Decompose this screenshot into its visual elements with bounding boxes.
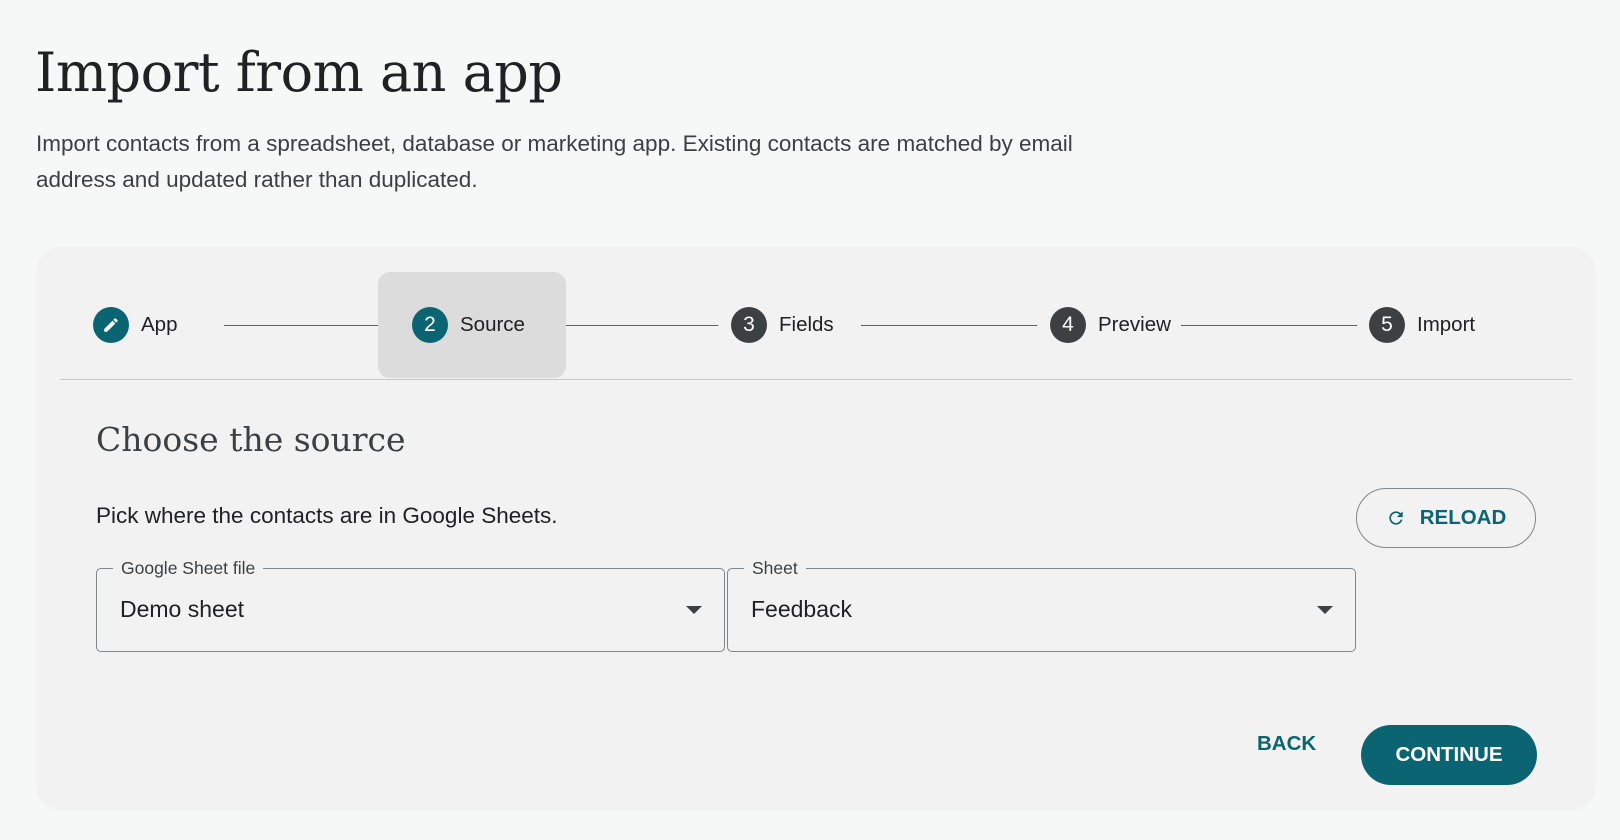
- step-connector: [861, 325, 1037, 326]
- step-app[interactable]: App: [93, 272, 177, 378]
- step-preview[interactable]: 4 Preview: [1050, 272, 1171, 378]
- step-connector: [542, 325, 718, 326]
- step-fields-number: 3: [731, 307, 767, 343]
- source-instruction: Pick where the contacts are in Google Sh…: [96, 503, 558, 528]
- page-title: Import from an app: [35, 41, 563, 104]
- pencil-icon: [104, 318, 118, 332]
- step-preview-label: Preview: [1098, 313, 1171, 336]
- import-wizard-card: App 2 Source 3 Fields 4 Preview 5 Import…: [36, 247, 1596, 810]
- chevron-down-icon: [686, 606, 702, 614]
- section-heading: Choose the source: [96, 420, 406, 459]
- continue-button[interactable]: CONTINUE: [1361, 725, 1537, 785]
- sheet-value: Feedback: [751, 596, 853, 622]
- google-sheet-file-value: Demo sheet: [120, 596, 245, 622]
- step-import-label: Import: [1417, 313, 1476, 336]
- step-import[interactable]: 5 Import: [1369, 272, 1475, 378]
- step-app-circle: [93, 307, 129, 343]
- step-source-number: 2: [412, 307, 448, 343]
- google-sheet-file-label: Google Sheet file: [113, 556, 264, 580]
- reload-button[interactable]: RELOAD: [1356, 488, 1536, 548]
- page-description: Import contacts from a spreadsheet, data…: [36, 131, 1073, 192]
- wizard-stepper: App 2 Source 3 Fields 4 Preview 5 Import: [36, 247, 1596, 379]
- step-preview-number: 4: [1050, 307, 1086, 343]
- step-source-label: Source: [460, 313, 525, 336]
- back-button[interactable]: BACK: [1257, 724, 1316, 764]
- step-app-label: App: [141, 313, 178, 336]
- refresh-icon: [1389, 511, 1403, 525]
- sheet-label: Sheet: [744, 556, 806, 580]
- step-fields[interactable]: 3 Fields: [731, 272, 834, 378]
- step-import-number: 5: [1369, 307, 1405, 343]
- step-connector: [1181, 325, 1357, 326]
- google-sheet-file-select[interactable]: Google Sheet file Demo sheet: [96, 556, 725, 652]
- sheet-select[interactable]: Sheet Feedback: [727, 556, 1356, 652]
- stepper-divider: [60, 379, 1572, 380]
- step-fields-label: Fields: [779, 313, 834, 336]
- reload-label: RELOAD: [1419, 506, 1507, 529]
- chevron-down-icon: [1317, 606, 1333, 614]
- step-source[interactable]: 2 Source: [378, 272, 566, 378]
- step-connector: [224, 325, 400, 326]
